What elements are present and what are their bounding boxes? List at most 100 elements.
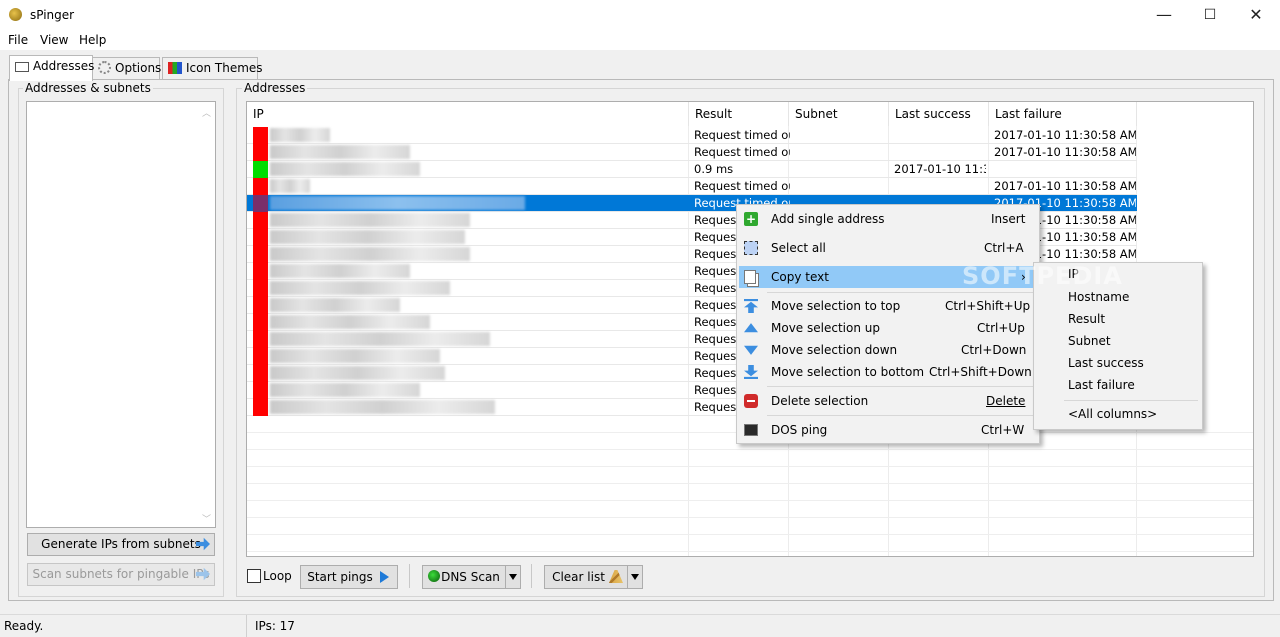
maximize-button[interactable]: ☐ — [1187, 0, 1233, 30]
status-indicator — [253, 297, 268, 314]
empty-row-line — [247, 534, 1253, 535]
menu-dos-ping-shortcut: Ctrl+W — [981, 423, 1025, 437]
submenu-last-success[interactable]: Last success — [1068, 356, 1144, 370]
move-bottom-icon — [744, 365, 758, 379]
ip-address-blurred — [270, 213, 470, 227]
generate-ips-button[interactable]: Generate IPs from subnets — [27, 533, 215, 556]
empty-row-line — [247, 466, 1253, 467]
context-menu: + Add single address Insert Select all C… — [736, 204, 1040, 444]
menu-help[interactable]: Help — [79, 33, 106, 47]
clear-list-button[interactable]: Clear list — [544, 565, 643, 589]
scroll-down-icon[interactable]: ﹀ — [202, 512, 211, 525]
menu-add-single-address[interactable]: + Add single address Insert — [739, 208, 1037, 230]
cell-last-failure: 2017-01-10 11:30:58 AM — [994, 128, 1136, 142]
ip-address-blurred — [270, 196, 525, 210]
status-indicator — [253, 178, 268, 195]
loop-checkbox[interactable] — [247, 569, 261, 583]
cell-subnet — [794, 161, 890, 178]
status-indicator — [253, 127, 268, 144]
themes-icon — [168, 62, 182, 74]
menu-dos-ping-label: DOS ping — [771, 423, 828, 437]
clear-dropdown-arrow-icon[interactable] — [627, 566, 642, 588]
tab-addresses[interactable]: Addresses — [9, 55, 94, 81]
menu-file[interactable]: File — [8, 33, 28, 47]
ip-address-blurred — [270, 247, 470, 261]
ip-address-blurred — [270, 230, 465, 244]
menu-move-to-bottom-shortcut: Ctrl+Shift+Down — [929, 365, 1032, 379]
column-header-ip[interactable]: IP — [247, 102, 689, 126]
scan-subnets-label: Scan subnets for pingable IPs — [32, 567, 210, 581]
gear-icon — [98, 61, 111, 74]
cell-result: 0.9 ms — [694, 162, 734, 176]
ip-address-blurred — [270, 332, 490, 346]
menu-delete-selection-shortcut: Delete — [986, 394, 1026, 408]
console-icon — [744, 424, 758, 436]
empty-row-line — [247, 517, 1253, 518]
status-indicator — [253, 314, 268, 331]
column-header-subnet[interactable]: Subnet — [789, 102, 889, 126]
ip-address-blurred — [270, 264, 410, 278]
menu-move-to-bottom-label: Move selection to bottom — [771, 365, 925, 379]
ip-address-blurred — [270, 179, 310, 193]
menu-move-up[interactable]: Move selection up Ctrl+Up — [739, 317, 1037, 339]
menu-move-down[interactable]: Move selection down Ctrl+Down — [739, 339, 1037, 361]
table-row[interactable]: 0.9 ms 2017-01-10 11:3... — [247, 161, 1137, 178]
menu-move-up-shortcut: Ctrl+Up — [977, 321, 1025, 335]
title-bar: sPinger — ☐ ✕ — [0, 0, 1280, 30]
cell-subnet — [794, 127, 890, 144]
generate-ips-label: Generate IPs from subnets — [41, 537, 201, 551]
start-pings-label: Start pings — [307, 570, 373, 584]
minimize-button[interactable]: — — [1141, 0, 1187, 30]
menu-select-all-shortcut: Ctrl+A — [984, 241, 1024, 255]
cell-result: Request timed out — [694, 179, 790, 193]
status-indicator — [253, 263, 268, 280]
dns-dropdown-arrow-icon[interactable] — [505, 566, 520, 588]
menu-add-single-address-shortcut: Insert — [991, 212, 1026, 226]
menu-dos-ping[interactable]: DOS ping Ctrl+W — [739, 419, 1037, 441]
close-button[interactable]: ✕ — [1233, 0, 1279, 30]
dns-scan-button[interactable]: DNS Scan — [422, 565, 521, 589]
scroll-up-icon[interactable]: ︿ — [202, 106, 211, 119]
window-title: sPinger — [30, 8, 75, 22]
cell-last-success — [894, 178, 986, 195]
status-indicator — [253, 144, 268, 161]
menu-delete-selection-label: Delete selection — [771, 394, 869, 408]
dns-scan-label: DNS Scan — [441, 570, 500, 584]
menu-view[interactable]: View — [40, 33, 68, 47]
subnets-textbox[interactable]: ︿ ﹀ — [26, 101, 216, 528]
submenu-last-failure[interactable]: Last failure — [1068, 378, 1135, 392]
select-all-icon — [744, 241, 758, 255]
start-pings-button[interactable]: Start pings — [300, 565, 398, 589]
cell-last-failure: 2017-01-10 11:30:58 AM — [994, 145, 1136, 159]
column-header-last-failure[interactable]: Last failure — [989, 102, 1137, 126]
column-header-result[interactable]: Result — [689, 102, 789, 126]
tab-options[interactable]: Options — [92, 57, 161, 80]
menu-move-to-top-label: Move selection to top — [771, 299, 901, 313]
subnets-scrollbar[interactable]: ︿ ﹀ — [198, 102, 215, 527]
empty-row-line — [247, 500, 1253, 501]
move-top-icon — [744, 299, 758, 313]
loop-label[interactable]: Loop — [263, 569, 292, 583]
table-row[interactable]: Request timed out 2017-01-10 11:30:58 AM — [247, 127, 1137, 144]
status-indicator — [253, 331, 268, 348]
submenu-result[interactable]: Result — [1068, 312, 1105, 326]
empty-row-line — [247, 449, 1253, 450]
tab-icon-themes[interactable]: Icon Themes — [162, 57, 263, 80]
menu-select-all[interactable]: Select all Ctrl+A — [739, 237, 1037, 259]
table-row[interactable]: Request timed out 2017-01-10 11:30:58 AM — [247, 178, 1137, 195]
menu-move-to-bottom[interactable]: Move selection to bottom Ctrl+Shift+Down — [739, 361, 1037, 383]
ip-address-blurred — [270, 383, 420, 397]
submenu-all-columns[interactable]: <All columns> — [1068, 407, 1157, 421]
menu-move-to-top[interactable]: Move selection to top Ctrl+Shift+Up — [739, 295, 1037, 317]
table-row[interactable]: Request timed out 2017-01-10 11:30:58 AM — [247, 144, 1137, 161]
scan-subnets-button[interactable]: Scan subnets for pingable IPs — [27, 563, 215, 586]
cell-result: Request timed out — [694, 128, 790, 142]
watermark: SOFTPEDIA — [962, 262, 1123, 290]
submenu-subnet[interactable]: Subnet — [1068, 334, 1111, 348]
column-header-last-success[interactable]: Last success — [889, 102, 989, 126]
menu-delete-selection[interactable]: Delete selection Delete — [739, 390, 1037, 412]
status-indicator — [253, 280, 268, 297]
app-icon — [9, 8, 22, 21]
submenu-hostname[interactable]: Hostname — [1068, 290, 1129, 304]
status-indicator — [253, 161, 268, 178]
